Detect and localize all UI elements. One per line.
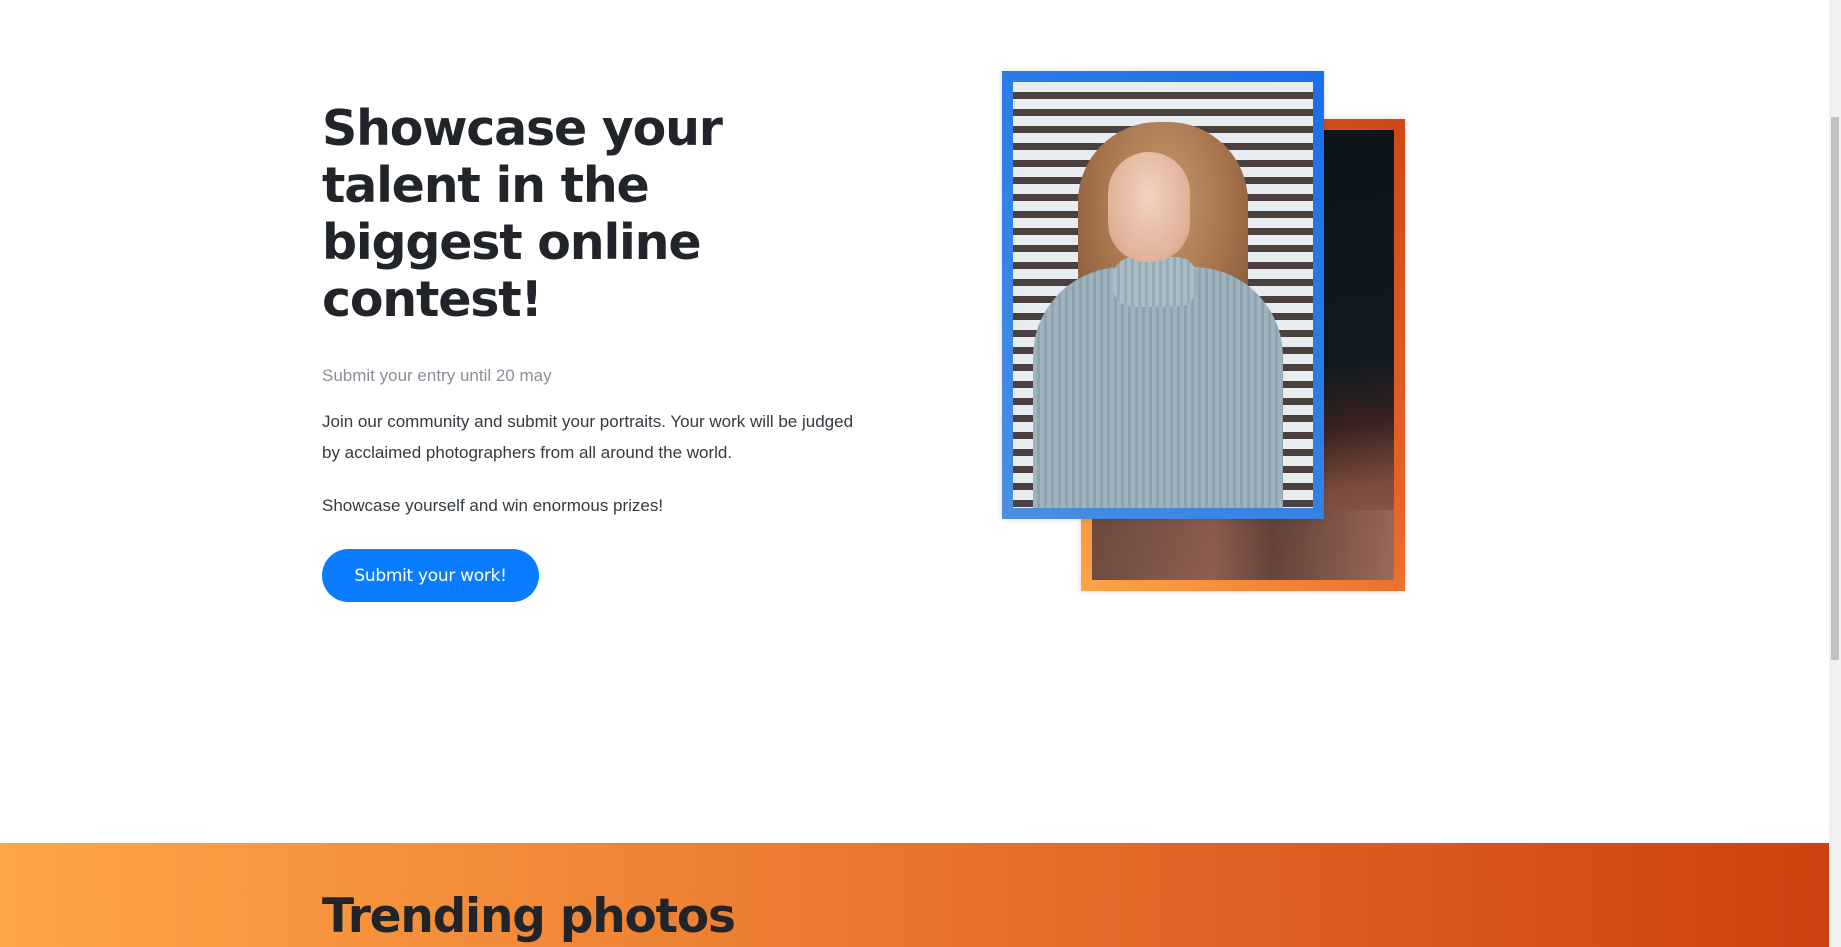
scrollbar-thumb[interactable] xyxy=(1831,117,1839,660)
submit-work-button[interactable]: Submit your work! xyxy=(322,549,539,602)
hero-tagline: Showcase yourself and win enormous prize… xyxy=(322,496,664,515)
hero-description: Join our community and submit your portr… xyxy=(322,412,854,462)
hero-text-block: Showcase your talent in the biggest onli… xyxy=(322,100,882,602)
page-scrollbar[interactable] xyxy=(1829,0,1841,947)
front-photo-frame xyxy=(1002,71,1324,519)
hero-section: Showcase your talent in the biggest onli… xyxy=(0,0,1829,843)
trending-title: Trending photos xyxy=(322,889,736,944)
hero-title: Showcase your talent in the biggest onli… xyxy=(322,100,723,328)
submission-deadline: Submit your entry until 20 may xyxy=(322,366,552,385)
front-portrait-image xyxy=(1013,82,1313,508)
trending-section: Trending photos xyxy=(0,843,1829,947)
